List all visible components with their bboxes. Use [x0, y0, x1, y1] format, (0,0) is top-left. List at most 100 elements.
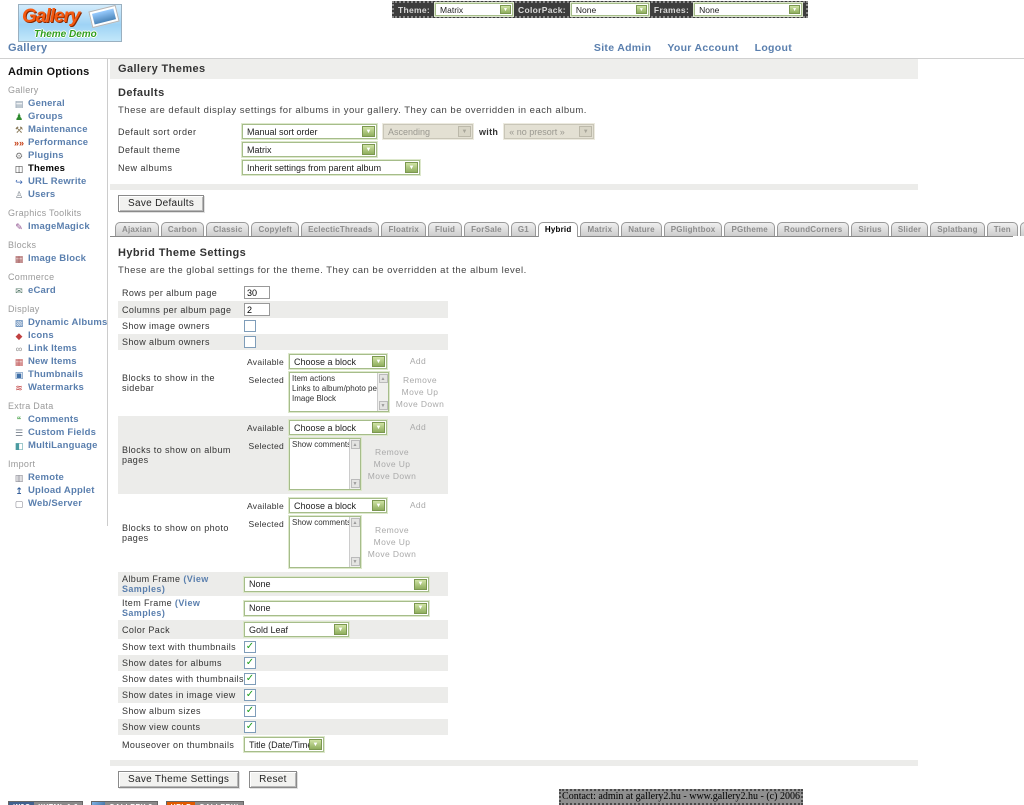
show-text-checkbox[interactable]: ✓ [244, 641, 256, 653]
tab-ajaxian[interactable]: Ajaxian [115, 222, 159, 236]
sidebar-selected-listbox[interactable]: Item actions Links to album/photo peers … [289, 372, 389, 412]
scrollbar[interactable]: ▲▼ [349, 439, 360, 489]
tab-carbon[interactable]: Carbon [161, 222, 204, 236]
sidebar-move-down-action[interactable]: Move Down [394, 399, 446, 410]
sidebar-item-url-rewrite[interactable]: ↪URL Rewrite [8, 175, 107, 188]
sort-direction-select[interactable]: Ascending▼ [383, 124, 473, 139]
list-item[interactable]: Image Block [292, 394, 375, 404]
photo-move-down-action[interactable]: Move Down [366, 549, 418, 560]
tab-eclecticthreads[interactable]: EclecticThreads [301, 222, 379, 236]
w3c-xhtml-badge[interactable]: W3C XHTML 1.0 [8, 801, 83, 805]
photo-add-action[interactable]: Add [392, 500, 444, 511]
tab-copyleft[interactable]: Copyleft [251, 222, 299, 236]
album-move-up-action[interactable]: Move Up [366, 459, 418, 470]
tab-roundcorners[interactable]: RoundCorners [777, 222, 849, 236]
sidebar-item-icons[interactable]: ◆Icons [8, 329, 107, 342]
scroll-down-icon[interactable]: ▼ [379, 401, 388, 410]
site-admin-link[interactable]: Site Admin [594, 42, 651, 54]
sidebar-item-web-server[interactable]: ▢Web/Server [8, 497, 107, 510]
tab-splatbang[interactable]: Splatbang [930, 222, 984, 236]
show-image-owners-checkbox[interactable] [244, 320, 256, 332]
new-albums-select[interactable]: Inherit settings from parent album▼ [242, 160, 420, 175]
sidebar-item-link-items[interactable]: ∞Link Items [8, 342, 107, 355]
sidebar-item-maintenance[interactable]: ⚒Maintenance [8, 123, 107, 136]
photo-move-up-action[interactable]: Move Up [366, 537, 418, 548]
album-remove-action[interactable]: Remove [366, 447, 418, 458]
gallery-home-link[interactable]: Gallery [8, 42, 47, 54]
scrollbar[interactable]: ▲▼ [349, 517, 360, 567]
reset-button[interactable]: Reset [249, 771, 297, 788]
sidebar-item-watermarks[interactable]: ≋Watermarks [8, 381, 107, 394]
default-sort-order-select[interactable]: Manual sort order▼ [242, 124, 377, 139]
sidebar-item-image-block[interactable]: ▦Image Block [8, 252, 107, 265]
list-item[interactable]: Show comments [292, 518, 347, 528]
tab-g1[interactable]: G1 [511, 222, 536, 236]
tab-slider[interactable]: Slider [891, 222, 928, 236]
sidebar-move-up-action[interactable]: Move Up [394, 387, 446, 398]
sidebar-available-select[interactable]: Choose a block▼ [289, 354, 387, 369]
album-frame-select[interactable]: None▼ [244, 577, 429, 592]
photo-available-select[interactable]: Choose a block▼ [289, 498, 387, 513]
columns-per-page-input[interactable] [244, 303, 270, 316]
show-dates-thumbnails-checkbox[interactable]: ✓ [244, 673, 256, 685]
show-album-owners-checkbox[interactable] [244, 336, 256, 348]
your-account-link[interactable]: Your Account [667, 42, 738, 54]
tab-hybrid[interactable]: Hybrid [538, 222, 579, 237]
save-theme-settings-button[interactable]: Save Theme Settings [118, 771, 239, 788]
sidebar-item-plugins[interactable]: ⚙Plugins [8, 149, 107, 162]
colorpack-select[interactable]: None▼ [571, 3, 649, 16]
sidebar-item-remote[interactable]: ▥Remote [8, 471, 107, 484]
scrollbar[interactable]: ▲▼ [377, 373, 388, 411]
scroll-down-icon[interactable]: ▼ [351, 557, 360, 566]
presort-select[interactable]: « no presort »▼ [504, 124, 594, 139]
gallery2-badge[interactable]: GALLERY 2 [91, 801, 157, 805]
photo-selected-listbox[interactable]: Show comments ▲▼ [289, 516, 361, 568]
mouseover-select[interactable]: Title (Date/Time)▼ [244, 737, 324, 752]
rows-per-page-input[interactable] [244, 286, 270, 299]
list-item[interactable]: Links to album/photo peers [292, 384, 375, 394]
album-move-down-action[interactable]: Move Down [366, 471, 418, 482]
sidebar-item-thumbnails[interactable]: ▣Thumbnails [8, 368, 107, 381]
sidebar-item-comments[interactable]: “Comments [8, 413, 107, 426]
tab-nature[interactable]: Nature [621, 222, 662, 236]
photo-remove-action[interactable]: Remove [366, 525, 418, 536]
tab-classic[interactable]: Classic [206, 222, 249, 236]
sidebar-item-imagemagick[interactable]: ✎ImageMagick [8, 220, 107, 233]
show-dates-image-view-checkbox[interactable]: ✓ [244, 689, 256, 701]
list-item[interactable]: Item actions [292, 374, 375, 384]
logout-link[interactable]: Logout [755, 42, 792, 54]
scroll-up-icon[interactable]: ▲ [351, 518, 360, 527]
show-dates-albums-checkbox[interactable]: ✓ [244, 657, 256, 669]
tab-pglightbox[interactable]: PGlightbox [664, 222, 723, 236]
help-gallery-badge[interactable]: HELP GALLERY! [166, 801, 244, 805]
save-defaults-button[interactable]: Save Defaults [118, 195, 204, 212]
sidebar-item-upload-applet[interactable]: ↥Upload Applet [8, 484, 107, 497]
sidebar-item-custom-fields[interactable]: ☰Custom Fields [8, 426, 107, 439]
scroll-up-icon[interactable]: ▲ [379, 374, 388, 383]
album-selected-listbox[interactable]: Show comments ▲▼ [289, 438, 361, 490]
tab-forsale[interactable]: ForSale [464, 222, 509, 236]
show-album-sizes-checkbox[interactable]: ✓ [244, 705, 256, 717]
tab-pgtheme[interactable]: PGtheme [724, 222, 775, 236]
sidebar-add-action[interactable]: Add [392, 356, 444, 367]
sidebar-item-users[interactable]: ♙Users [8, 188, 107, 201]
item-frame-select[interactable]: None▼ [244, 601, 429, 616]
sidebar-item-groups[interactable]: ♟Groups [8, 110, 107, 123]
sidebar-item-general[interactable]: ▤General [8, 97, 107, 110]
sidebar-item-themes[interactable]: ◫Themes [8, 162, 107, 175]
album-available-select[interactable]: Choose a block▼ [289, 420, 387, 435]
color-pack-select[interactable]: Gold Leaf▼ [244, 622, 349, 637]
sidebar-item-performance[interactable]: »»Performance [8, 136, 107, 149]
sidebar-remove-action[interactable]: Remove [394, 375, 446, 386]
sidebar-item-multilanguage[interactable]: ◧MultiLanguage [8, 439, 107, 452]
tab-floatrix[interactable]: Floatrix [381, 222, 426, 236]
tab-sirius[interactable]: Sirius [851, 222, 888, 236]
sidebar-item-new-items[interactable]: ▦New Items [8, 355, 107, 368]
scroll-up-icon[interactable]: ▲ [351, 440, 360, 449]
default-theme-select[interactable]: Matrix▼ [242, 142, 377, 157]
show-view-counts-checkbox[interactable]: ✓ [244, 721, 256, 733]
tab-fluid[interactable]: Fluid [428, 222, 462, 236]
sidebar-item-ecard[interactable]: ✉eCard [8, 284, 107, 297]
frames-select[interactable]: None▼ [694, 3, 802, 16]
tab-tien[interactable]: Tien [987, 222, 1018, 236]
